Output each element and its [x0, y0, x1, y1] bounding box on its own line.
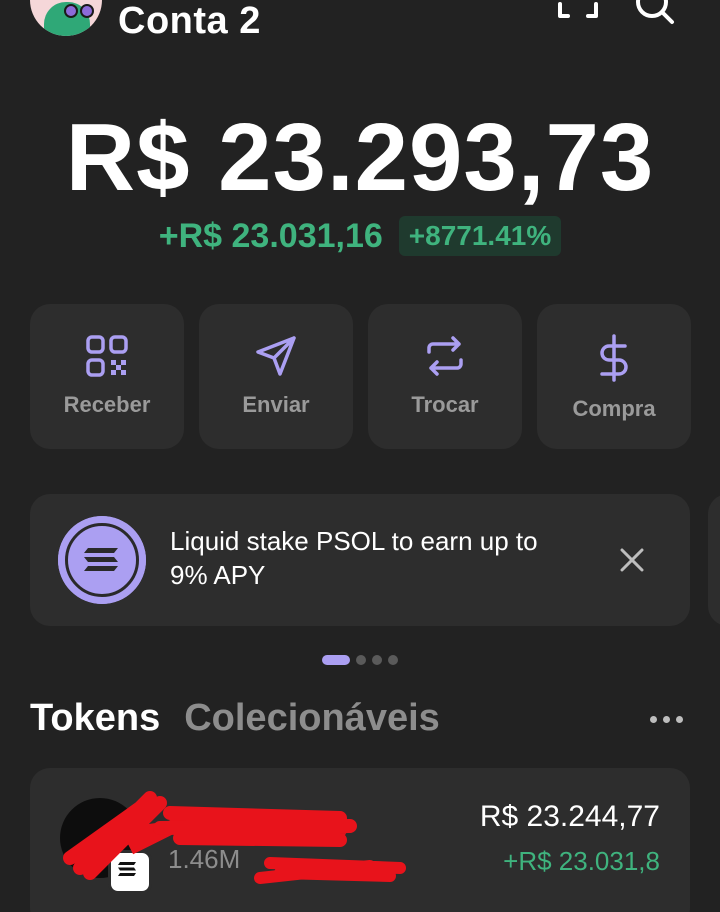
avatar-eye-left — [64, 4, 78, 18]
carousel-dot[interactable] — [356, 655, 366, 665]
redaction-scribble — [63, 791, 406, 884]
carousel-dot[interactable] — [372, 655, 382, 665]
more-options-icon[interactable] — [650, 716, 683, 723]
carousel-dot[interactable] — [388, 655, 398, 665]
tab-tokens[interactable]: Tokens — [30, 697, 160, 740]
account-avatar[interactable] — [30, 0, 102, 36]
balance-change-percent: +8771.41% — [398, 216, 562, 256]
promo-banner[interactable]: Liquid stake PSOL to earn up to 9% APY — [30, 494, 690, 626]
expand-icon[interactable] — [556, 0, 600, 34]
wallet-home-screen: Conta 2 R$ 23.293,73 +R$ 23.031,16 +8771… — [0, 0, 720, 912]
balance-change-row: +R$ 23.031,16 +8771.41% — [0, 216, 720, 256]
account-name[interactable]: Conta 2 — [118, 0, 261, 43]
close-icon[interactable] — [618, 546, 646, 574]
more-dot — [663, 716, 670, 723]
swap-button[interactable]: Trocar — [368, 304, 522, 449]
tab-collectibles[interactable]: Colecionáveis — [184, 697, 440, 740]
send-button[interactable]: Enviar — [199, 304, 353, 449]
action-buttons: Receber Enviar Trocar Compra — [30, 304, 691, 449]
carousel-indicator — [322, 655, 398, 665]
solana-icon-ring — [65, 523, 139, 597]
promo-text: Liquid stake PSOL to earn up to 9% APY — [170, 526, 538, 590]
total-balance: R$ 23.293,73 — [65, 104, 655, 211]
qr-code-icon — [86, 335, 128, 377]
receive-label: Receber — [63, 392, 151, 417]
token-row[interactable]: 1.46M R$ 23.244,77 +R$ 23.031,8 — [30, 768, 690, 912]
send-icon — [256, 336, 296, 376]
token-change: +R$ 23.031,8 — [503, 846, 660, 876]
send-label: Enviar — [242, 392, 310, 417]
next-promo-card[interactable] — [708, 494, 720, 626]
asset-tabs: Tokens Colecionáveis — [30, 697, 440, 740]
swap-label: Trocar — [411, 392, 479, 417]
avatar-eye-right — [80, 4, 94, 18]
dollar-icon — [600, 334, 628, 382]
more-dot — [676, 716, 683, 723]
balance-change-value: +R$ 23.031,16 — [158, 216, 383, 255]
solana-mark — [84, 548, 118, 571]
more-dot — [650, 716, 657, 723]
token-value: R$ 23.244,77 — [479, 800, 660, 833]
swap-icon — [427, 336, 463, 376]
search-icon[interactable] — [632, 0, 680, 34]
receive-button[interactable]: Receber — [30, 304, 184, 449]
carousel-dot-active[interactable] — [322, 655, 350, 665]
buy-button[interactable]: Compra — [537, 304, 691, 449]
buy-label: Compra — [572, 396, 656, 421]
solana-icon — [58, 516, 146, 604]
